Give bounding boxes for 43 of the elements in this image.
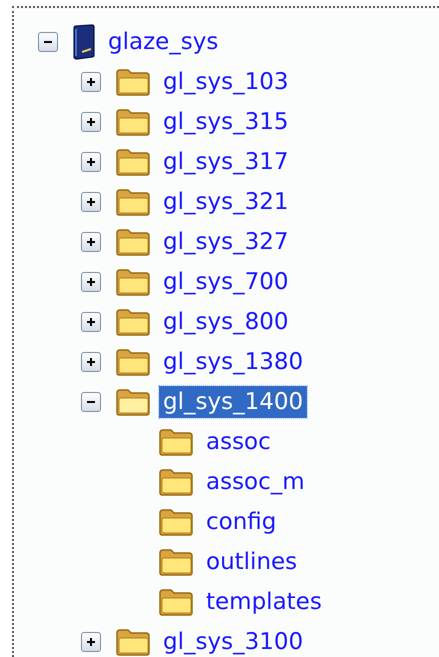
tree-item[interactable]: gl_sys_800 <box>159 306 292 338</box>
expand-button[interactable] <box>81 632 101 652</box>
device-icon <box>72 24 96 60</box>
folder-icon <box>158 507 194 537</box>
collapse-button[interactable] <box>81 392 101 412</box>
folder-icon <box>115 307 151 337</box>
tree-item[interactable]: gl_sys_327 <box>159 226 292 258</box>
tree-item[interactable]: gl_sys_315 <box>159 106 292 138</box>
folder-icon <box>115 627 151 657</box>
folder-icon <box>115 347 151 377</box>
expand-button[interactable] <box>81 72 101 92</box>
collapse-button[interactable] <box>38 32 58 52</box>
expand-button[interactable] <box>81 272 101 292</box>
expand-button[interactable] <box>81 312 101 332</box>
folder-icon <box>158 587 194 617</box>
expand-button[interactable] <box>81 152 101 172</box>
expand-button[interactable] <box>81 352 101 372</box>
tree-item[interactable]: outlines <box>202 546 302 578</box>
folder-icon <box>115 67 151 97</box>
tree-item[interactable]: templates <box>202 586 326 618</box>
tree-item[interactable]: gl_sys_321 <box>159 186 292 218</box>
folder-icon <box>115 387 151 417</box>
tree-item[interactable]: gl_sys_317 <box>159 146 292 178</box>
folder-icon <box>158 427 194 457</box>
folder-icon <box>115 267 151 297</box>
tree-item[interactable]: glaze_sys <box>104 26 222 58</box>
tree-item[interactable]: gl_sys_3100 <box>159 626 308 657</box>
tree-item[interactable]: assoc <box>202 426 275 458</box>
expand-button[interactable] <box>81 112 101 132</box>
folder-icon <box>115 107 151 137</box>
expand-button[interactable] <box>81 192 101 212</box>
folder-icon <box>115 227 151 257</box>
tree-item[interactable]: assoc_m <box>202 466 309 498</box>
expand-button[interactable] <box>81 232 101 252</box>
folder-icon <box>158 547 194 577</box>
tree-item[interactable]: gl_sys_1400 <box>159 386 308 418</box>
folder-icon <box>158 467 194 497</box>
tree-item[interactable]: gl_sys_103 <box>159 66 292 98</box>
tree-item[interactable]: gl_sys_700 <box>159 266 292 298</box>
folder-icon <box>115 147 151 177</box>
tree-item[interactable]: config <box>202 506 280 538</box>
folder-icon <box>115 187 151 217</box>
tree-item[interactable]: gl_sys_1380 <box>159 346 308 378</box>
